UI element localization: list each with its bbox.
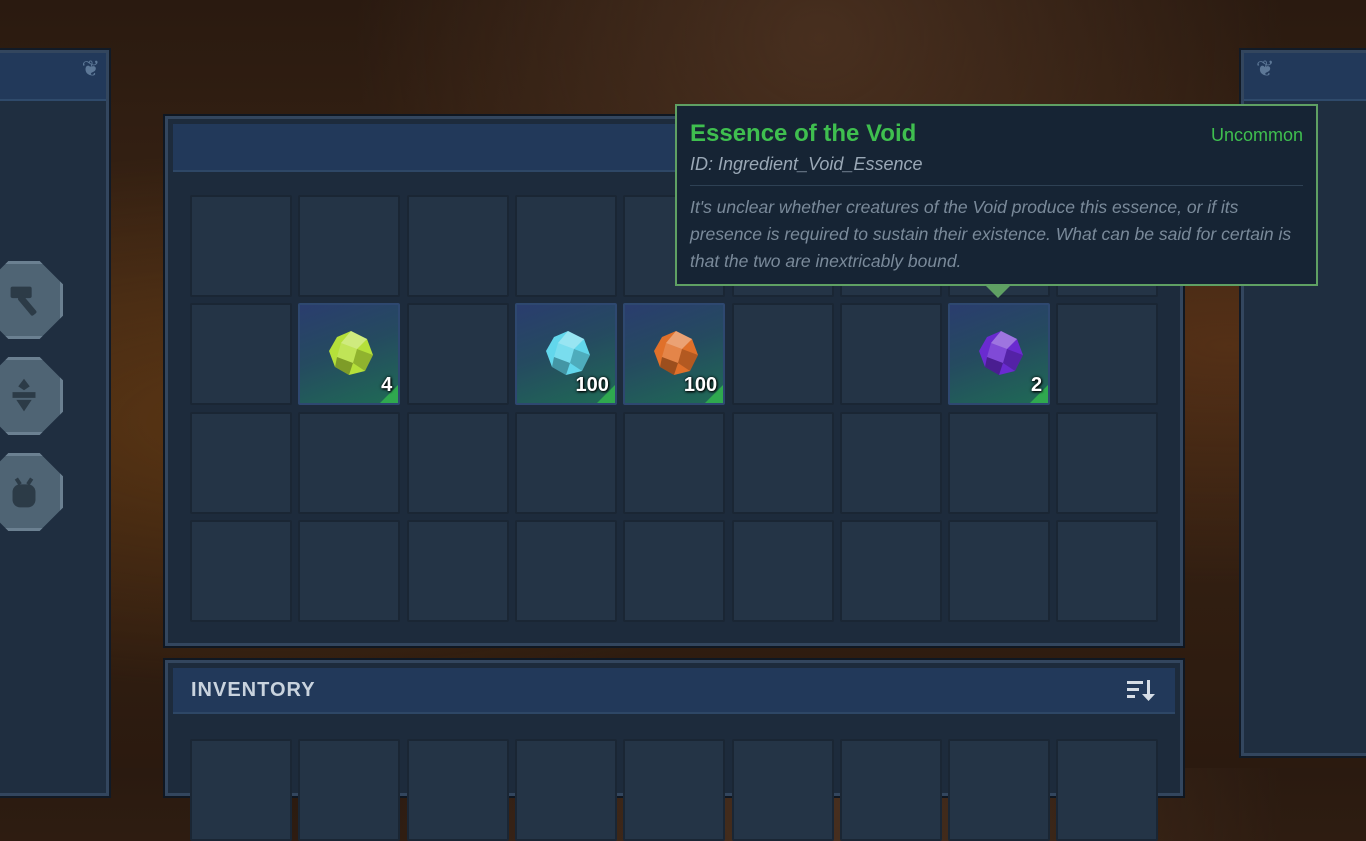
item-id: ID: Ingredient_Void_Essence [690,154,923,174]
chest-slot[interactable] [623,411,726,514]
corner-ornament-icon: ❦ [1256,57,1275,82]
tab-alchemy[interactable] [0,351,73,441]
sort-icon[interactable] [1125,676,1157,704]
item-quantity: 4 [381,374,393,397]
inventory-slot[interactable] [406,739,509,841]
inventory-slot[interactable] [298,739,401,841]
inventory-panel: INVENTORY [165,660,1183,841]
chest-slot[interactable] [839,411,942,514]
chest-slot[interactable] [1056,303,1159,406]
inventory-slot[interactable] [623,739,726,841]
chest-slot[interactable]: 100 [514,303,617,406]
fire-crystal-icon [652,329,700,377]
chest-slot[interactable] [948,411,1051,514]
tooltip-divider [690,185,1303,186]
chest-slot[interactable] [948,519,1051,622]
corner-ornament-icon: ❦ [81,57,100,82]
chest-slot[interactable] [731,519,834,622]
void-crystal-icon [977,329,1025,377]
chest-slot[interactable] [406,195,509,297]
chest-slot[interactable] [406,411,509,514]
chest-slot[interactable] [190,195,292,297]
inventory-slot[interactable] [948,739,1051,841]
chest-slot[interactable] [1056,519,1159,622]
chest-slot[interactable] [406,519,509,622]
inventory-slot[interactable] [731,739,834,841]
chest-slot[interactable] [514,195,617,297]
chest-slot[interactable] [839,519,942,622]
inventory-title: INVENTORY [191,678,316,701]
chest-slot[interactable] [623,519,726,622]
chest-slot[interactable] [190,519,292,622]
item-quantity: 100 [575,374,609,397]
tab-backpack[interactable] [0,447,73,537]
cyan-crystal-icon [544,329,592,377]
chest-slot[interactable] [731,411,834,514]
chest-slot[interactable] [190,303,292,406]
item-description: It's unclear whether creatures of the Vo… [690,197,1292,271]
inventory-slot[interactable] [190,739,292,841]
inventory-header: INVENTORY [173,668,1175,714]
chest-slot[interactable] [514,411,617,514]
inventory-slot[interactable] [839,739,942,841]
chest-slot[interactable] [298,519,401,622]
green-crystal-icon [327,329,375,377]
inventory-slot[interactable] [514,739,617,841]
tab-crafting[interactable] [0,255,73,345]
alchemy-icon [12,378,36,412]
hammer-icon [10,286,37,316]
chest-slot[interactable] [298,195,401,297]
inventory-slot[interactable] [1056,739,1159,841]
chest-slot[interactable] [406,303,509,406]
chest-slot[interactable] [839,303,942,406]
crafting-tabs [0,255,85,543]
chest-slot[interactable]: 2 [948,303,1051,406]
item-quantity: 100 [683,374,718,397]
chest-slot[interactable] [190,411,292,514]
chest-slot[interactable] [514,519,617,622]
item-quantity: 2 [1030,374,1043,397]
chest-slot[interactable] [731,303,834,406]
chest-slot[interactable]: 100 [623,303,726,406]
chest-slot[interactable] [298,411,401,514]
item-rarity: Uncommon [1210,125,1303,145]
chest-slot[interactable]: 4 [298,303,401,406]
chest-slot[interactable] [1056,411,1159,514]
backpack-icon [12,477,36,508]
item-name: Essence of the Void [690,120,917,147]
item-tooltip: Essence of the Void Uncommon ID: Ingredi… [675,104,1318,298]
